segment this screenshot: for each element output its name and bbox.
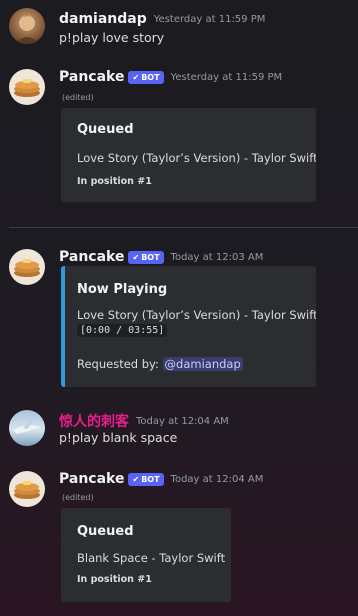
avatar[interactable] [9,249,45,285]
embed: Queued Love Story (Taylor’s Version) - T… [61,108,316,202]
requested-label: Requested by: [77,357,159,371]
timestamp[interactable]: Today at 12:04 AM [136,416,229,427]
embed-footer: In position #1 [77,176,152,187]
checkmark-icon: ✔ [132,474,140,484]
edited-label: (edited) [62,93,94,102]
message-header: damiandap Yesterday at 11:59 PM [59,8,265,30]
message: 惊人的刺客 Today at 12:04 AM p!play blank spa… [0,410,358,450]
embed: Now Playing Love Story (Taylor’s Version… [61,266,316,387]
embed-footer: In position #1 [77,574,152,585]
bot-tag: ✔ BOT [128,250,164,264]
avatar[interactable] [9,69,45,105]
embed-title: Now Playing [77,282,168,297]
pancake-icon [14,481,40,499]
pancake-icon [14,259,40,277]
avatar[interactable] [9,410,45,446]
avatar-image [15,15,39,44]
edited-label: (edited) [62,493,94,502]
timestamp[interactable]: Today at 12:03 AM [171,252,264,263]
message-text: p!play love story [59,30,165,45]
bot-label: BOT [141,72,160,82]
requested-by: Requested by: @damiandap [77,357,243,371]
message-header: Pancake ✔ BOT Yesterday at 11:59 PM [59,66,282,88]
embed: Queued Blank Space - Taylor Swift In pos… [61,508,231,602]
bot-label: BOT [141,252,160,262]
embed-title: Queued [77,524,134,539]
user-mention[interactable]: @damiandap [162,357,243,371]
embed-description: Love Story (Taylor’s Version) - Taylor S… [77,308,316,322]
bot-label: BOT [141,474,160,484]
username[interactable]: 惊人的刺客 [59,411,129,431]
username[interactable]: Pancake [59,69,124,85]
timestamp[interactable]: Yesterday at 11:59 PM [171,72,283,83]
username[interactable]: damiandap [59,11,147,27]
avatar[interactable] [9,471,45,507]
divider [9,227,358,228]
message: Pancake ✔ BOT Today at 12:04 AM (edited) … [0,468,358,608]
message-text: p!play blank space [59,430,178,445]
message: Pancake ✔ BOT Today at 12:03 AM Now Playi… [0,246,358,392]
message: Pancake ✔ BOT Yesterday at 11:59 PM (edit… [0,66,358,214]
pancake-icon [14,79,40,97]
embed-title: Queued [77,122,134,137]
username[interactable]: Pancake [59,249,124,265]
progress-code: [0:00 / 03:55] [77,324,168,337]
message-header: 惊人的刺客 Today at 12:04 AM [59,410,229,432]
avatar-image [13,420,41,434]
message-header: Pancake ✔ BOT Today at 12:04 AM [59,468,263,490]
username[interactable]: Pancake [59,471,124,487]
timestamp[interactable]: Today at 12:04 AM [171,474,264,485]
checkmark-icon: ✔ [132,72,140,82]
bot-tag: ✔ BOT [128,472,164,486]
message: damiandap Yesterday at 11:59 PM p!play l… [0,8,358,48]
message-header: Pancake ✔ BOT Today at 12:03 AM [59,246,263,268]
embed-description: Love Story (Taylor’s Version) - Taylor S… [77,151,316,165]
checkmark-icon: ✔ [132,252,140,262]
timestamp[interactable]: Yesterday at 11:59 PM [154,14,266,25]
avatar[interactable] [9,8,45,44]
embed-description: Blank Space - Taylor Swift [77,551,226,565]
bot-tag: ✔ BOT [128,70,164,84]
